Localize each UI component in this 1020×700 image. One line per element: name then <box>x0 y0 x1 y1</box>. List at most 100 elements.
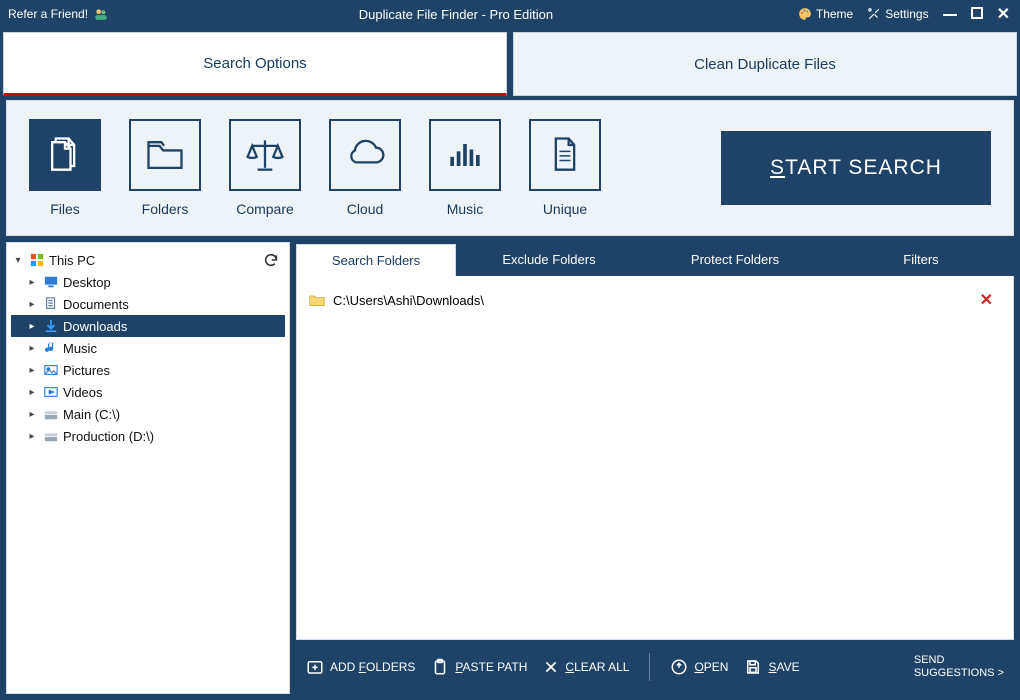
subtab-exclude-folders[interactable]: Exclude Folders <box>456 242 642 276</box>
desktop-icon <box>43 274 59 290</box>
chevron-right-icon: ▸ <box>25 299 39 310</box>
minimize-button[interactable] <box>943 6 957 22</box>
tree-node-videos[interactable]: ▸ Videos <box>11 381 285 403</box>
maximize-button[interactable] <box>971 6 983 22</box>
chevron-right-icon: ▸ <box>25 409 39 420</box>
clear-all-button[interactable]: CLEAR ALL <box>543 659 629 675</box>
tree-node-documents[interactable]: ▸ Documents <box>11 293 285 315</box>
body-area: ▾ This PC ▸ Desktop ▸ Documents ▸ <box>6 242 1014 694</box>
drive-icon <box>43 406 59 422</box>
videos-icon <box>43 384 59 400</box>
paste-path-button[interactable]: PASTE PATH <box>431 658 527 676</box>
ribbon-panel: Files Folders Compare Cloud Music Unique… <box>6 100 1014 236</box>
search-folders-list: C:\Users\Ashi\Downloads\ ✕ <box>296 276 1014 640</box>
subtab-search-folders[interactable]: Search Folders <box>296 244 456 276</box>
tree-node-production-drive[interactable]: ▸ Production (D:\) <box>11 425 285 447</box>
x-icon <box>543 659 559 675</box>
chevron-right-icon: ▸ <box>25 431 39 442</box>
scales-icon <box>229 119 301 191</box>
chevron-down-icon: ▾ <box>11 255 25 266</box>
ribbon-item-music[interactable]: Music <box>429 119 501 217</box>
tab-clean-duplicates-label: Clean Duplicate Files <box>694 56 836 73</box>
remove-item-button[interactable]: ✕ <box>980 290 993 310</box>
subtab-label: Filters <box>903 252 938 267</box>
close-button[interactable]: ✕ <box>997 4 1010 24</box>
subtab-label: Search Folders <box>332 253 420 268</box>
subtab-protect-folders[interactable]: Protect Folders <box>642 242 828 276</box>
folder-icon <box>129 119 201 191</box>
send-suggestions-label-2: SUGGESTIONS > <box>914 667 1004 680</box>
ribbon-item-label: Music <box>447 201 484 217</box>
add-folders-label: ADD FOLDERS <box>330 660 415 674</box>
add-folder-icon <box>306 658 324 676</box>
ribbon-item-folders[interactable]: Folders <box>129 119 201 217</box>
cloud-icon <box>329 119 401 191</box>
start-search-button[interactable]: START SEARCH <box>721 131 991 205</box>
send-suggestions-label-1: SEND <box>914 654 1004 667</box>
right-column: Search Folders Exclude Folders Protect F… <box>296 242 1014 694</box>
refer-a-friend-button[interactable]: Refer a Friend! <box>0 7 114 21</box>
tree-node-downloads[interactable]: ▸ Downloads <box>11 315 285 337</box>
refer-label: Refer a Friend! <box>8 7 88 21</box>
tree-root-this-pc[interactable]: ▾ This PC <box>11 249 285 271</box>
tab-search-options-label: Search Options <box>203 55 306 72</box>
tree-node-pictures[interactable]: ▸ Pictures <box>11 359 285 381</box>
people-icon <box>94 7 108 21</box>
app-title: Duplicate File Finder - Pro Edition <box>114 7 798 22</box>
theme-button[interactable]: Theme <box>798 7 853 21</box>
tab-search-options[interactable]: Search Options <box>3 32 507 96</box>
folder-tree[interactable]: ▾ This PC ▸ Desktop ▸ Documents ▸ <box>6 242 290 694</box>
clear-all-label: CLEAR ALL <box>565 660 629 674</box>
theme-label: Theme <box>816 7 853 21</box>
ribbon-item-label: Cloud <box>347 201 384 217</box>
open-button[interactable]: OPEN <box>670 658 728 676</box>
sub-tabs: Search Folders Exclude Folders Protect F… <box>296 242 1014 276</box>
separator <box>649 653 650 681</box>
equalizer-icon <box>429 119 501 191</box>
music-icon <box>43 340 59 356</box>
open-icon <box>670 658 688 676</box>
tree-node-main-drive[interactable]: ▸ Main (C:\) <box>11 403 285 425</box>
chevron-right-icon: ▸ <box>25 277 39 288</box>
tree-node-label: Downloads <box>63 319 279 334</box>
drive-icon <box>43 428 59 444</box>
chevron-right-icon: ▸ <box>25 321 39 332</box>
subtab-filters[interactable]: Filters <box>828 242 1014 276</box>
pictures-icon <box>43 362 59 378</box>
ribbon-item-compare[interactable]: Compare <box>229 119 301 217</box>
files-icon <box>29 119 101 191</box>
chevron-right-icon: ▸ <box>25 387 39 398</box>
start-search-label: START SEARCH <box>770 156 942 180</box>
ribbon-item-cloud[interactable]: Cloud <box>329 119 401 217</box>
add-folders-button[interactable]: ADD FOLDERS <box>306 658 415 676</box>
documents-icon <box>43 296 59 312</box>
chevron-right-icon: ▸ <box>25 343 39 354</box>
minimize-icon <box>943 14 957 16</box>
tools-icon <box>867 7 881 21</box>
subtab-label: Exclude Folders <box>502 252 595 267</box>
save-icon <box>744 658 762 676</box>
subtab-label: Protect Folders <box>691 252 779 267</box>
tree-node-desktop[interactable]: ▸ Desktop <box>11 271 285 293</box>
list-item[interactable]: C:\Users\Ashi\Downloads\ ✕ <box>309 290 1001 310</box>
chevron-right-icon: ▸ <box>25 365 39 376</box>
tree-root-label: This PC <box>49 253 259 268</box>
settings-button[interactable]: Settings <box>867 7 928 21</box>
tab-clean-duplicates[interactable]: Clean Duplicate Files <box>513 32 1017 96</box>
download-icon <box>43 318 59 334</box>
save-button[interactable]: SAVE <box>744 658 799 676</box>
ribbon-item-unique[interactable]: Unique <box>529 119 601 217</box>
tree-node-music[interactable]: ▸ Music <box>11 337 285 359</box>
palette-icon <box>798 7 812 21</box>
ribbon-item-files[interactable]: Files <box>29 119 101 217</box>
tree-node-label: Music <box>63 341 279 356</box>
action-bar: ADD FOLDERS PASTE PATH CLEAR ALL OPEN <box>296 640 1014 694</box>
send-suggestions-button[interactable]: SEND SUGGESTIONS > <box>914 654 1004 680</box>
settings-label: Settings <box>885 7 928 21</box>
document-icon <box>529 119 601 191</box>
refresh-icon[interactable] <box>263 252 279 268</box>
ribbon-item-label: Unique <box>543 201 587 217</box>
ribbon-item-label: Compare <box>236 201 294 217</box>
tree-node-label: Documents <box>63 297 279 312</box>
save-label: SAVE <box>768 660 799 674</box>
